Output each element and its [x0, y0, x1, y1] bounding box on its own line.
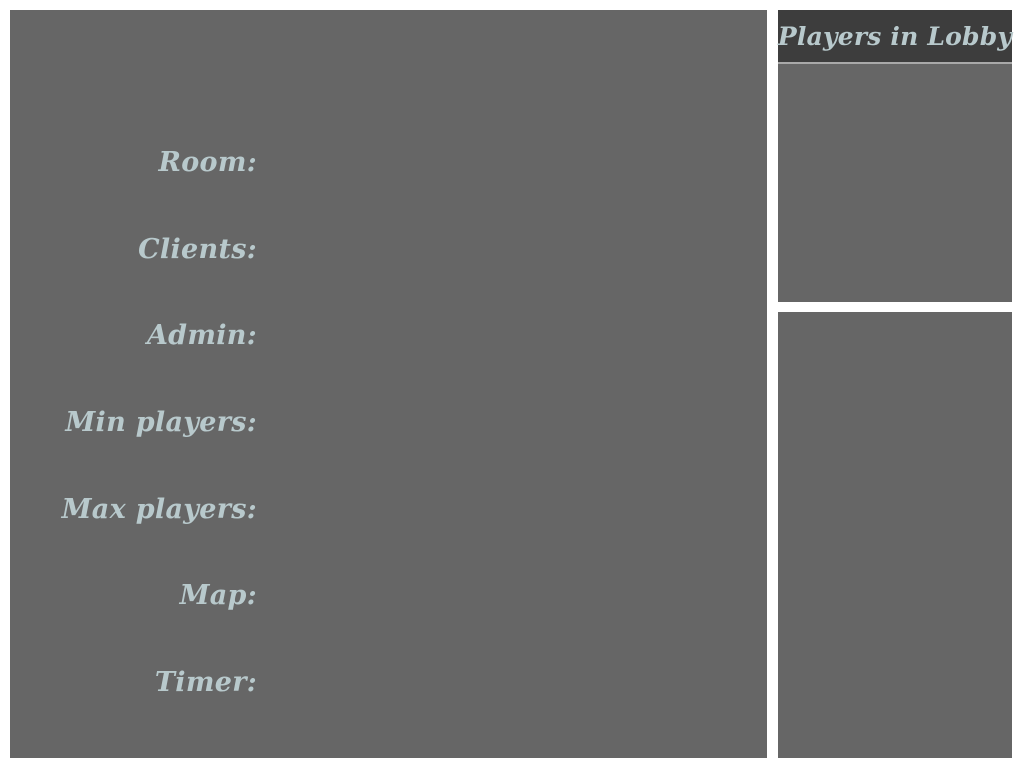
- max-players-label: Max players:: [61, 494, 257, 525]
- lower-side-panel: [778, 312, 1012, 758]
- players-in-lobby-title: Players in Lobby: [777, 21, 1013, 51]
- admin-label: Admin:: [146, 320, 257, 351]
- map-label: Map:: [179, 580, 257, 611]
- room-info-panel: Room: Clients: Admin: Min players: Max p…: [10, 10, 767, 758]
- players-list[interactable]: [778, 64, 1012, 302]
- players-in-lobby-panel: Players in Lobby: [778, 10, 1012, 302]
- players-in-lobby-header: Players in Lobby: [778, 10, 1012, 64]
- min-players-label: Min players:: [65, 407, 257, 438]
- room-label: Room:: [158, 147, 257, 178]
- clients-label: Clients:: [138, 234, 257, 265]
- timer-label: Timer:: [154, 667, 257, 698]
